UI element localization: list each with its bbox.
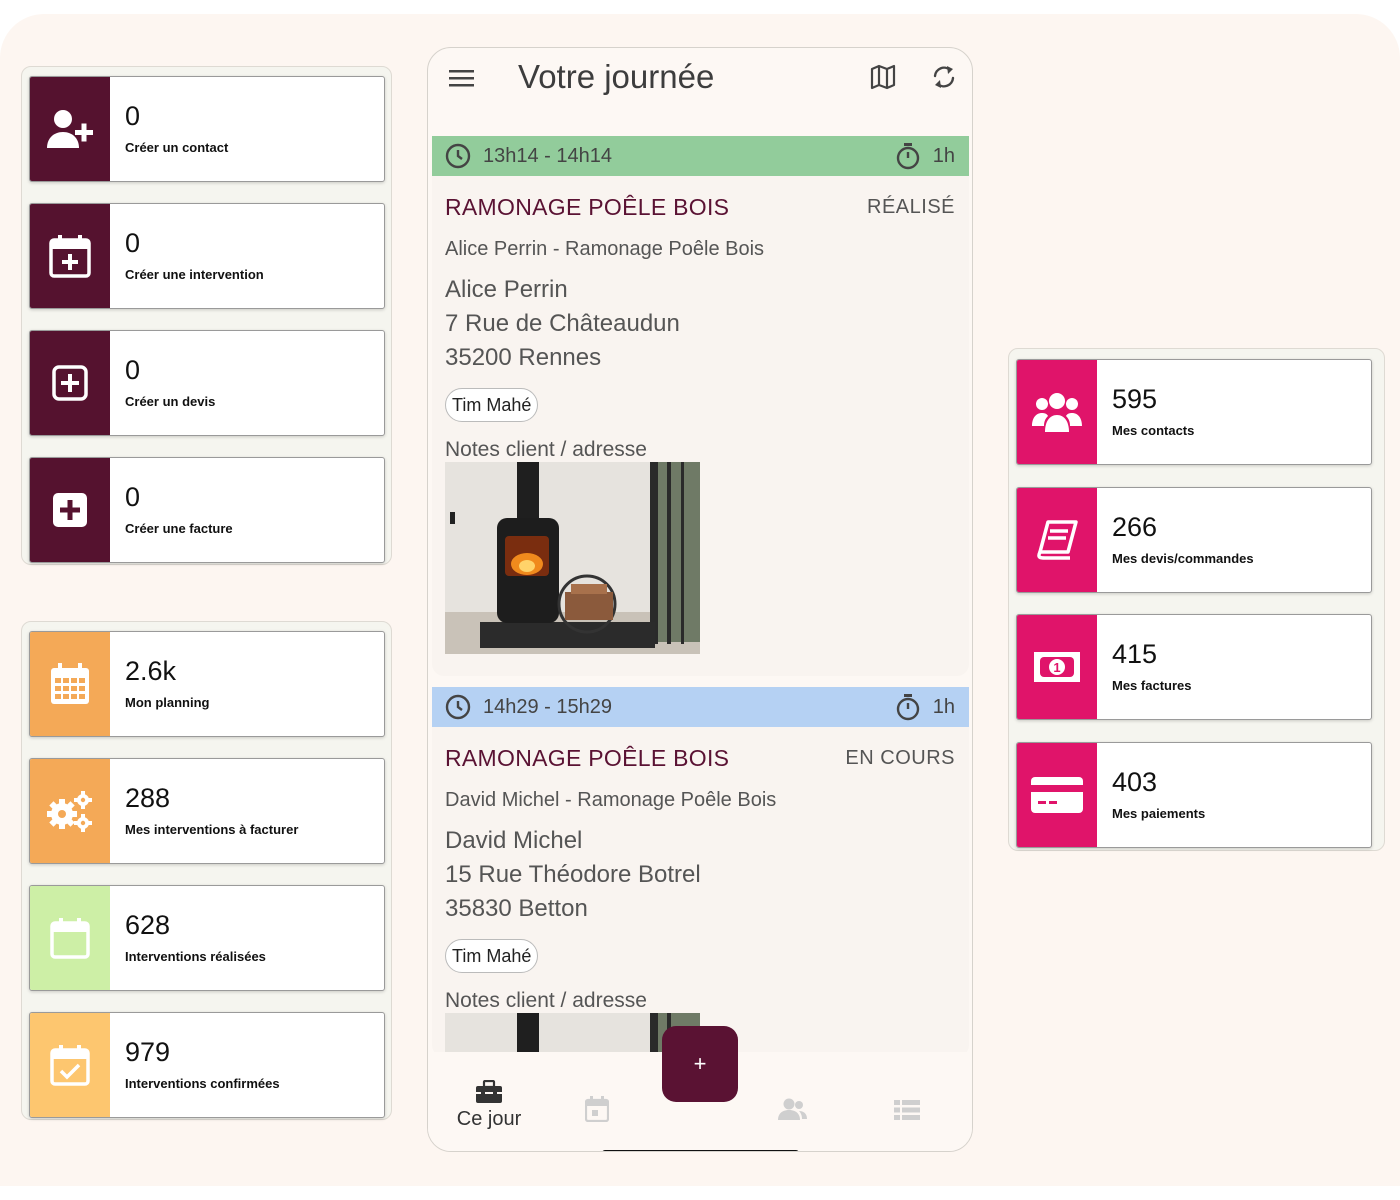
stat-value: 266: [1112, 512, 1158, 542]
stat-label: Créer un contact: [125, 140, 229, 155]
technician-chip[interactable]: Tim Mahé: [445, 388, 539, 422]
calendar-grid-icon: [30, 632, 110, 736]
stat-label: Créer une facture: [125, 521, 233, 536]
my-planning-card[interactable]: 2.6k Mon planning: [29, 631, 385, 737]
banknote-icon: 1: [1017, 615, 1097, 719]
completed-interventions-card[interactable]: 628 Interventions réalisées: [29, 885, 385, 991]
credit-card-icon: [1017, 743, 1097, 847]
nav-label: Ce jour: [456, 1108, 522, 1130]
stat-label: Mon planning: [125, 695, 210, 710]
appointment-service: RAMONAGE POÊLE BOIS: [445, 745, 730, 771]
confirmed-interventions-card[interactable]: 979 Interventions confirmées: [29, 1012, 385, 1118]
user-plus-icon: [30, 77, 110, 181]
my-quotes-card[interactable]: 266 Mes devis/commandes: [1016, 487, 1372, 593]
my-contacts-card[interactable]: 595 Mes contacts: [1016, 359, 1372, 465]
appointment-subtitle: Alice Perrin - Ramonage Poêle Bois: [445, 238, 765, 260]
create-intervention-card[interactable]: 0 Créer une intervention: [29, 203, 385, 309]
page-title: Votre journée: [518, 58, 715, 95]
create-panel: 0 Créer un contact 0 Créer une interventio…: [21, 66, 392, 565]
svg-text:1: 1: [1053, 660, 1060, 675]
clock-icon: [444, 693, 472, 721]
appointment-time-bar[interactable]: 13h14 - 14h14 1h: [432, 136, 969, 176]
stat-value: 0: [125, 228, 141, 258]
client-city: 35830 Betton: [445, 895, 588, 922]
stopwatch-icon: [895, 142, 921, 170]
appointment-time: 13h14 - 14h14: [483, 144, 613, 167]
create-quote-card[interactable]: 0 Créer un devis: [29, 330, 385, 436]
stat-value: 628: [125, 910, 171, 940]
notes-label: Notes client / adresse: [445, 438, 647, 461]
stat-label: Mes paiements: [1112, 806, 1206, 821]
stat-value: 403: [1112, 767, 1158, 797]
notes-label: Notes client / adresse: [445, 989, 647, 1012]
calendar-check-icon: [30, 1013, 110, 1117]
appointment-status: RÉALISÉ: [867, 196, 955, 218]
gears-icon: [30, 759, 110, 863]
client-name: David Michel: [445, 827, 583, 854]
app-header: Votre journée: [428, 48, 972, 120]
technician-chip[interactable]: Tim Mahé: [445, 939, 539, 973]
appointment-status: EN COURS: [845, 747, 955, 769]
nav-item-today[interactable]: Ce jour: [448, 1079, 530, 1131]
book-icon: [1017, 488, 1097, 592]
appointment-duration: 1h: [932, 144, 955, 167]
calendar-empty-icon: [30, 886, 110, 990]
square-plus-outline-icon: [30, 331, 110, 435]
stat-label: Mes devis/commandes: [1112, 551, 1254, 566]
appointment-service: RAMONAGE POÊLE BOIS: [445, 194, 730, 220]
stat-label: Mes factures: [1112, 678, 1192, 693]
stat-value: 0: [125, 355, 141, 385]
list-icon[interactable]: [894, 1100, 920, 1125]
interventions-to-invoice-card[interactable]: 288 Mes interventions à facturer: [29, 758, 385, 864]
calendar-plus-icon: [30, 204, 110, 308]
menu-icon[interactable]: [448, 66, 476, 95]
app-background: 0 Créer un contact 0 Créer une interventio…: [0, 14, 1400, 1186]
stat-value: 0: [125, 101, 141, 131]
my-payments-card[interactable]: 403 Mes paiements: [1016, 742, 1372, 848]
stat-label: Mes contacts: [1112, 423, 1195, 438]
appointment-card[interactable]: RAMONAGE POÊLE BOIS RÉALISÉ Alice Perrin…: [432, 176, 969, 676]
client-name: Alice Perrin: [445, 276, 568, 303]
stat-label: Créer un devis: [125, 394, 216, 409]
toolbox-icon: [448, 1079, 530, 1108]
phone-screen: Votre journée 13h14 - 14h14 1h RAMONAGE …: [427, 47, 973, 1152]
client-street: 15 Rue Théodore Botrel: [445, 861, 701, 888]
appointment-subtitle: David Michel - Ramonage Poêle Bois: [445, 789, 777, 811]
records-panel: 595 Mes contacts 266 Mes devis/commandes 1…: [1008, 348, 1385, 851]
add-button[interactable]: +: [662, 1026, 738, 1102]
stat-value: 288: [125, 783, 171, 813]
home-indicator: [602, 1150, 799, 1151]
stat-label: Interventions confirmées: [125, 1076, 280, 1091]
appointment-time: 14h29 - 15h29: [483, 695, 613, 718]
square-plus-icon: [30, 458, 110, 562]
clock-icon: [444, 142, 472, 170]
stat-value: 415: [1112, 639, 1158, 669]
stopwatch-icon: [895, 693, 921, 721]
stove-photo[interactable]: [445, 462, 700, 654]
client-street: 7 Rue de Châteaudun: [445, 310, 680, 337]
calendar-icon[interactable]: [584, 1096, 610, 1127]
create-invoice-card[interactable]: 0 Créer une facture: [29, 457, 385, 563]
sync-icon[interactable]: [929, 62, 959, 97]
stat-value: 2.6k: [125, 656, 177, 686]
my-invoices-card[interactable]: 1 415 Mes factures: [1016, 614, 1372, 720]
appointment-card[interactable]: RAMONAGE POÊLE BOIS EN COURS David Miche…: [432, 727, 969, 1057]
stat-value: 979: [125, 1037, 171, 1067]
create-contact-card[interactable]: 0 Créer un contact: [29, 76, 385, 182]
map-icon[interactable]: [869, 63, 897, 96]
stat-value: 595: [1112, 384, 1158, 414]
client-city: 35200 Rennes: [445, 344, 602, 371]
stat-label: Créer une intervention: [125, 267, 264, 282]
contacts-icon[interactable]: [777, 1098, 807, 1125]
appointment-duration: 1h: [932, 695, 955, 718]
planning-panel: 2.6k Mon planning 288 Mes interventions à …: [21, 621, 392, 1120]
appointment-time-bar[interactable]: 14h29 - 15h29 1h: [432, 687, 969, 727]
stat-label: Interventions réalisées: [125, 949, 266, 964]
stat-label: Mes interventions à facturer: [125, 822, 299, 837]
stat-value: 0: [125, 482, 141, 512]
users-icon: [1017, 360, 1097, 464]
